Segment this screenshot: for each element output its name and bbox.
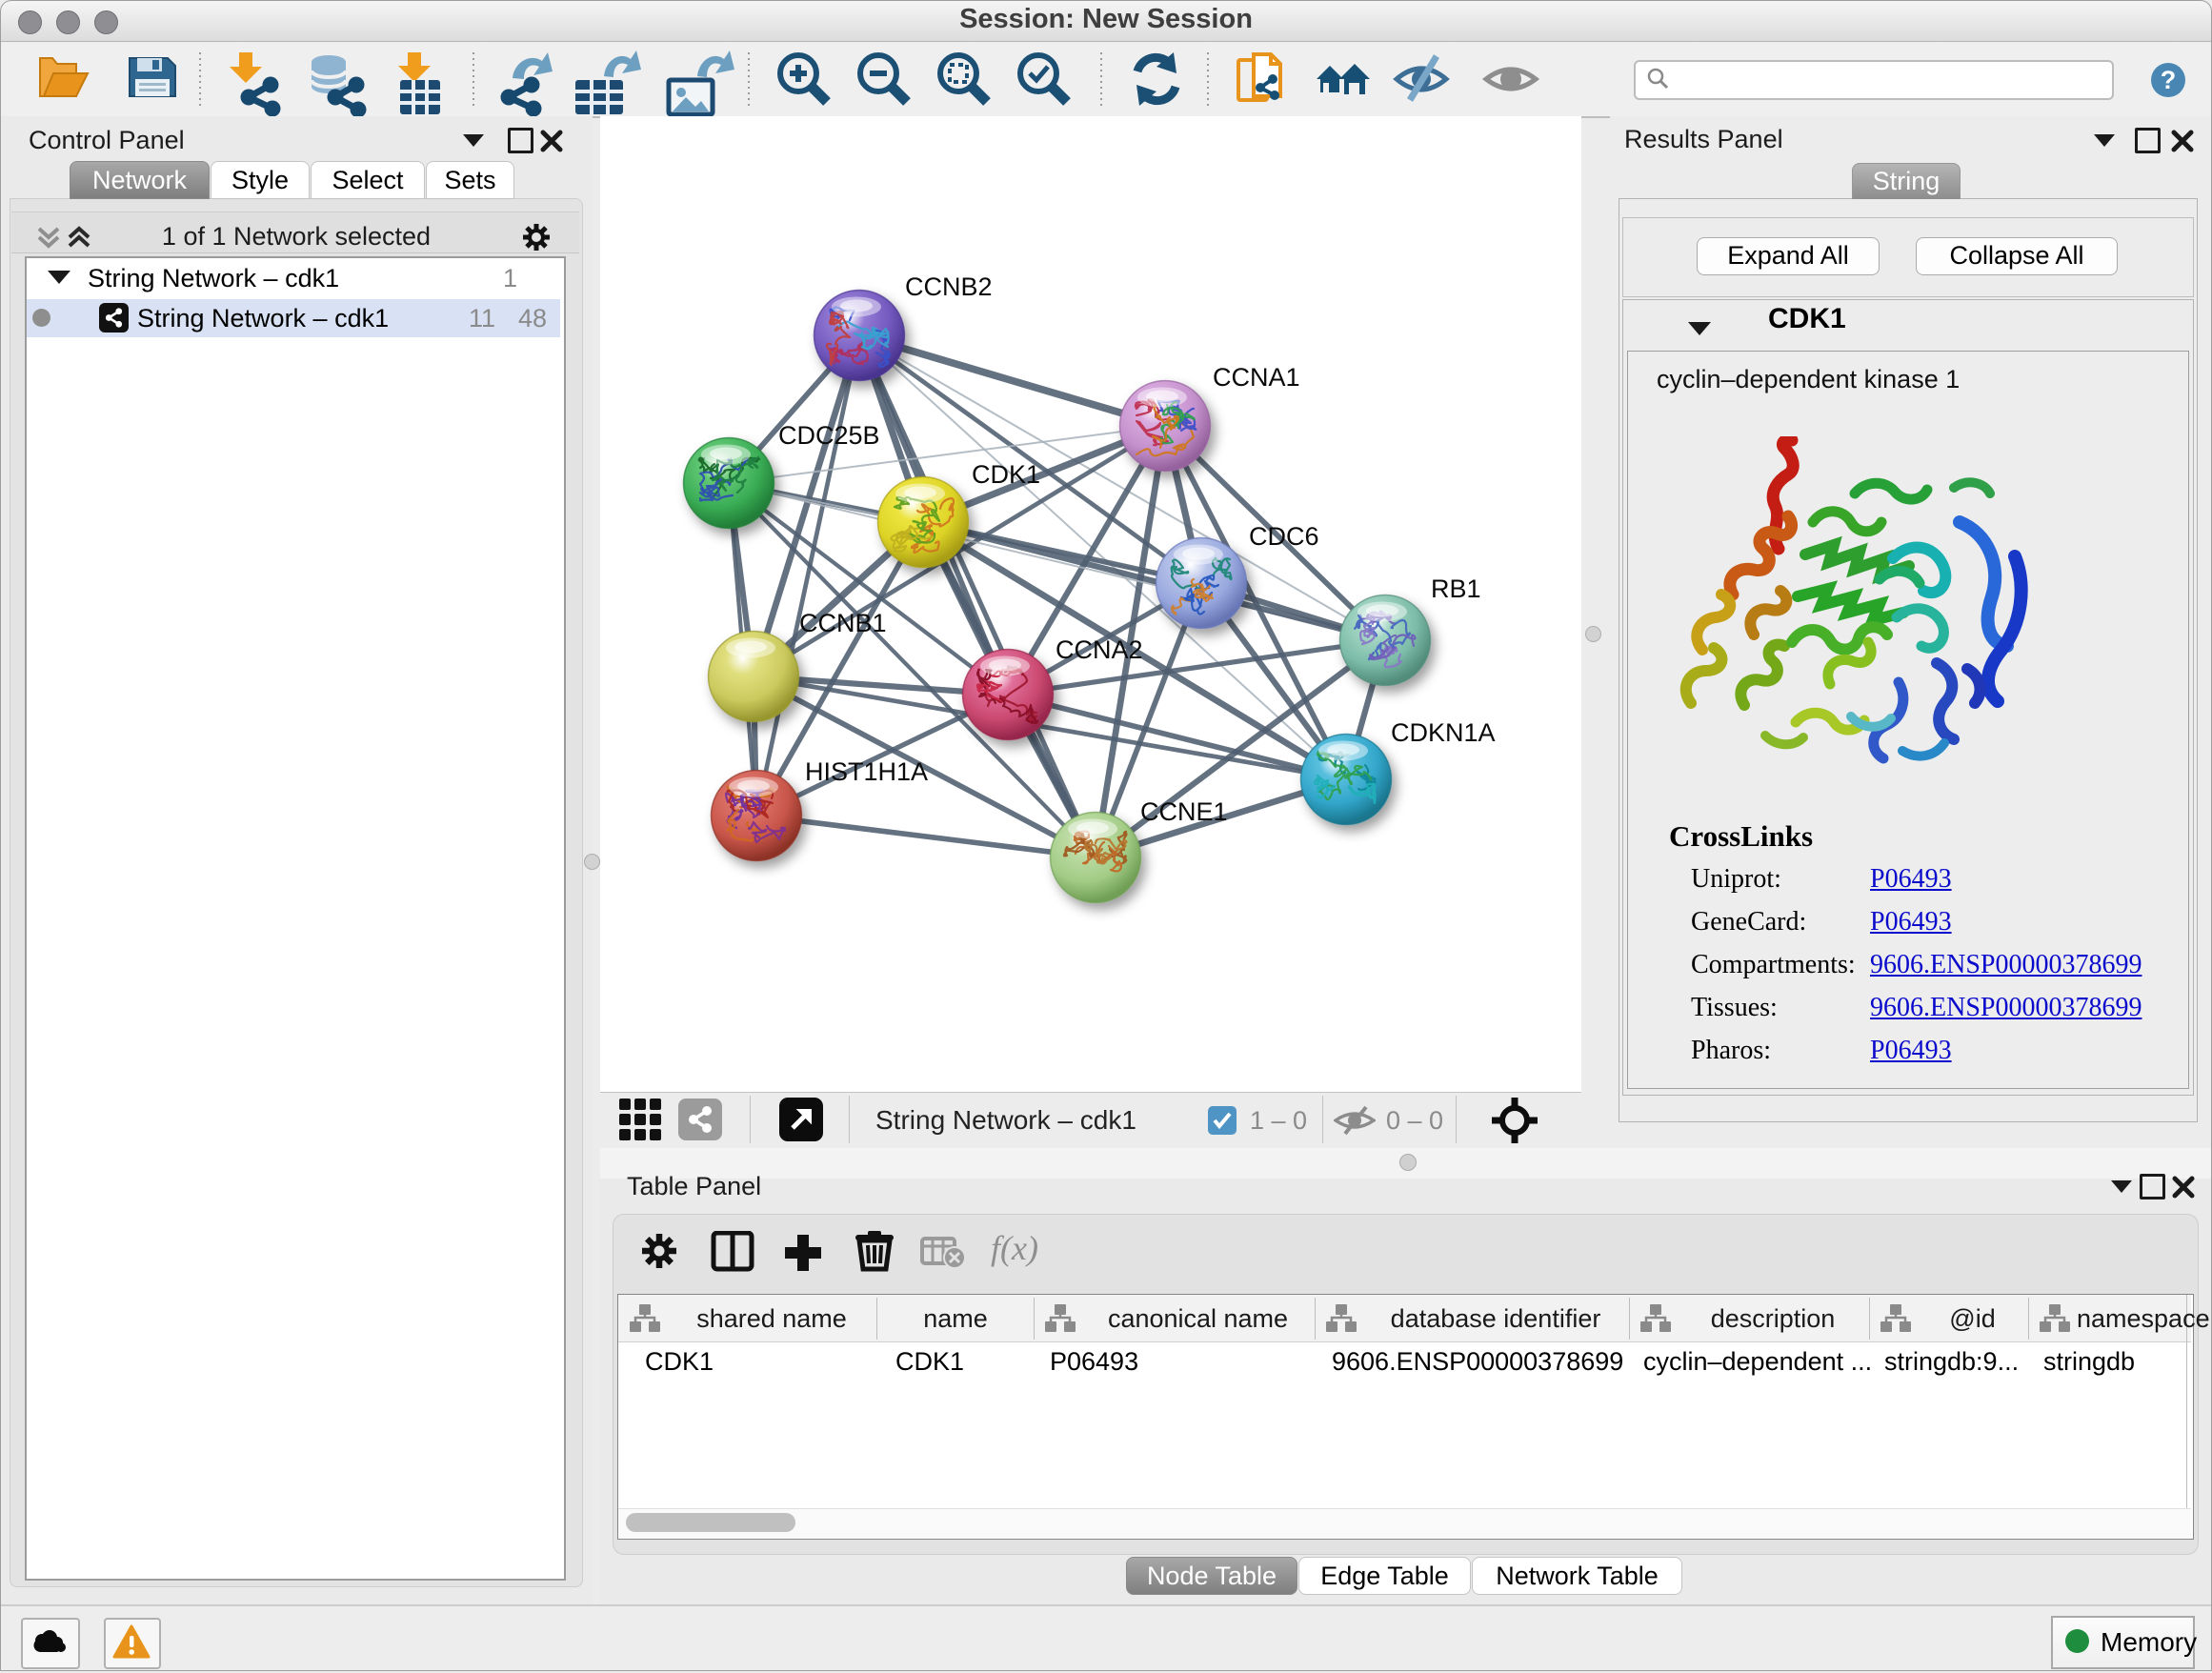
svg-text:CCNB2: CCNB2 <box>905 272 993 301</box>
svg-text:RB1: RB1 <box>1431 574 1481 603</box>
svg-text:CDC6: CDC6 <box>1249 522 1319 551</box>
svg-text:CDC25B: CDC25B <box>778 421 880 450</box>
svg-text:CDKN1A: CDKN1A <box>1391 718 1496 747</box>
svg-text:CCNE1: CCNE1 <box>1140 797 1228 826</box>
svg-text:CCNB1: CCNB1 <box>799 609 887 637</box>
svg-text:CDK1: CDK1 <box>972 460 1040 489</box>
svg-text:CCNA1: CCNA1 <box>1213 363 1300 392</box>
svg-text:HIST1H1A: HIST1H1A <box>805 757 928 786</box>
svg-text:CCNA2: CCNA2 <box>1056 635 1143 664</box>
